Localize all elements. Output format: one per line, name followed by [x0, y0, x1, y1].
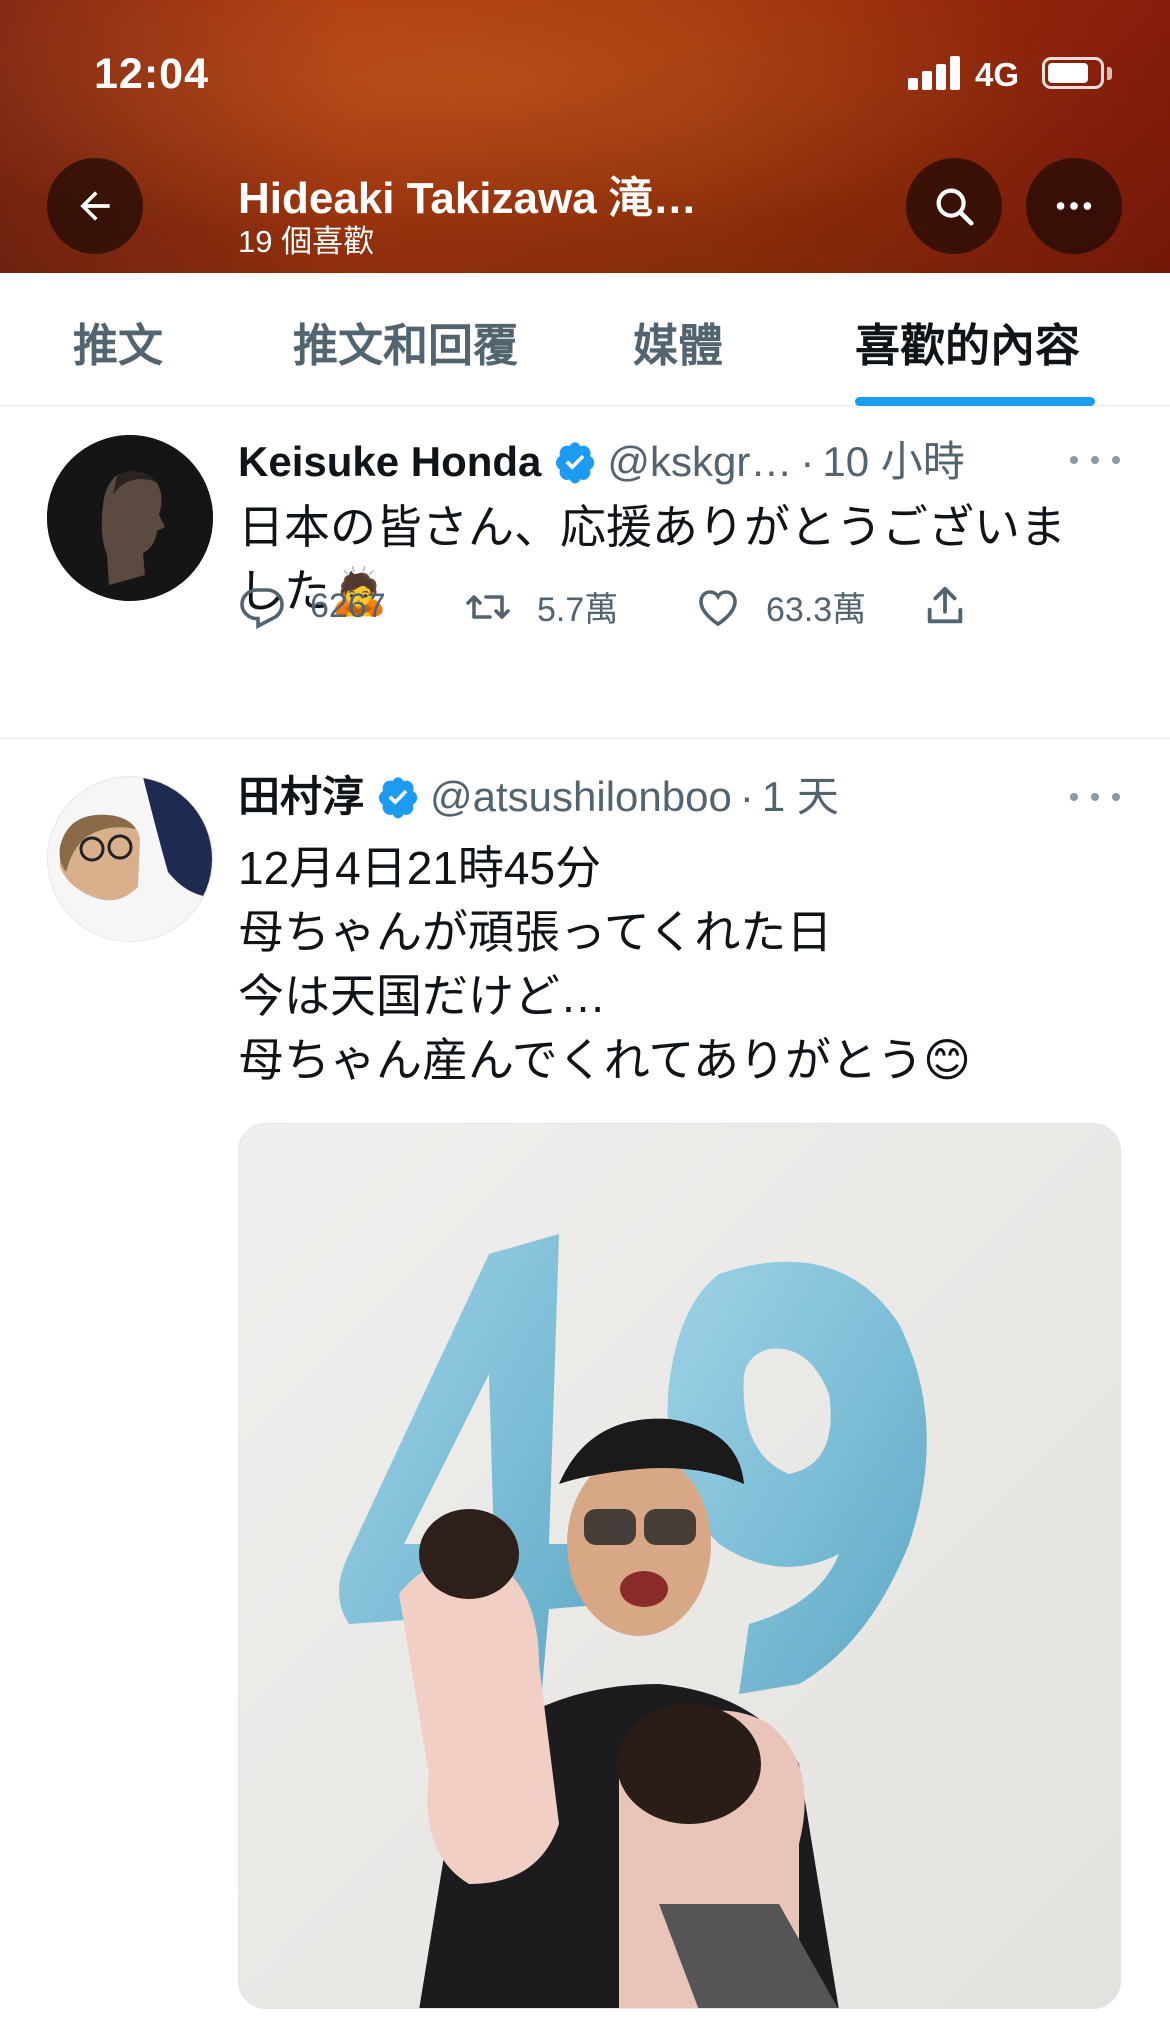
author-name[interactable]: 田村淳: [238, 769, 364, 825]
tweet[interactable]: 田村淳 @atsushilonboo · 1 天 12月4日21時45分 母ちゃ…: [0, 740, 1170, 2029]
tweet[interactable]: Keisuke Honda @kskgr… · 10 小時 日本の皆さん、応援あ…: [0, 407, 1170, 739]
author-name[interactable]: Keisuke Honda: [238, 434, 541, 490]
tweet-photo-image: [239, 1124, 1120, 2008]
retweet-icon: [466, 594, 510, 619]
share-icon: [927, 586, 963, 624]
tweet-text: 12月4日21時45分 母ちゃんが頑張ってくれた日 今は天国だけど… 母ちゃん産…: [238, 842, 971, 1086]
tweet-more-icon[interactable]: [1070, 450, 1120, 470]
like-count: 63.3萬: [766, 591, 867, 629]
likes-count: 19 個喜歡: [238, 224, 375, 259]
tweet-more-icon[interactable]: [1070, 787, 1120, 807]
share-button[interactable]: [922, 582, 968, 630]
back-button[interactable]: [47, 158, 143, 254]
retweet-button[interactable]: 5.7萬: [463, 582, 618, 631]
status-time: 12:04: [94, 50, 209, 98]
avatar[interactable]: [47, 776, 213, 942]
tweet-photo[interactable]: [238, 1123, 1121, 2009]
tweet-time[interactable]: 10 小時: [822, 434, 964, 490]
network-type: 4G: [975, 56, 1020, 93]
battery-icon: [1042, 57, 1104, 89]
retweet-count: 5.7萬: [537, 591, 619, 629]
more-options-button[interactable]: [1026, 158, 1122, 254]
tweet-actions: 6267 5.7萬 63.3萬: [238, 582, 998, 642]
active-tab-indicator: [855, 397, 1095, 406]
reply-button[interactable]: 6267: [238, 582, 386, 630]
search-button[interactable]: [906, 158, 1002, 254]
tab-tweets[interactable]: 推文: [73, 309, 163, 374]
verified-badge-icon: [556, 442, 595, 484]
tweet-header: 田村淳 @atsushilonboo · 1 天: [238, 769, 839, 825]
search-icon: [936, 188, 974, 226]
back-arrow-icon: [80, 191, 110, 221]
tab-media[interactable]: 媒體: [633, 309, 723, 374]
signal-icon: [908, 56, 960, 90]
avatar-photo: [47, 435, 213, 601]
more-dots-icon: [1056, 202, 1092, 210]
tweet-header: Keisuke Honda @kskgr… · 10 小時: [238, 434, 965, 490]
author-handle[interactable]: @kskgr…: [607, 434, 792, 490]
like-button[interactable]: 63.3萬: [694, 582, 866, 631]
reply-count: 6267: [310, 586, 386, 625]
avatar[interactable]: [47, 435, 213, 601]
reply-icon: [240, 588, 284, 629]
avatar-photo: [48, 777, 212, 941]
tab-tweets-replies[interactable]: 推文和回覆: [293, 309, 518, 374]
author-handle[interactable]: @atsushilonboo: [430, 769, 732, 825]
profile-tabs: 推文 推文和回覆 媒體 喜歡的內容: [0, 273, 1170, 406]
profile-header: 12:04 4G Hideaki Takizawa 滝… 19 個喜歡: [0, 0, 1170, 273]
status-bar: 12:04 4G: [0, 0, 1170, 150]
tab-likes[interactable]: 喜歡的內容: [855, 309, 1080, 374]
tweet-time[interactable]: 1 天: [762, 769, 839, 825]
verified-badge-icon: [378, 777, 418, 819]
heart-icon: [699, 589, 737, 626]
